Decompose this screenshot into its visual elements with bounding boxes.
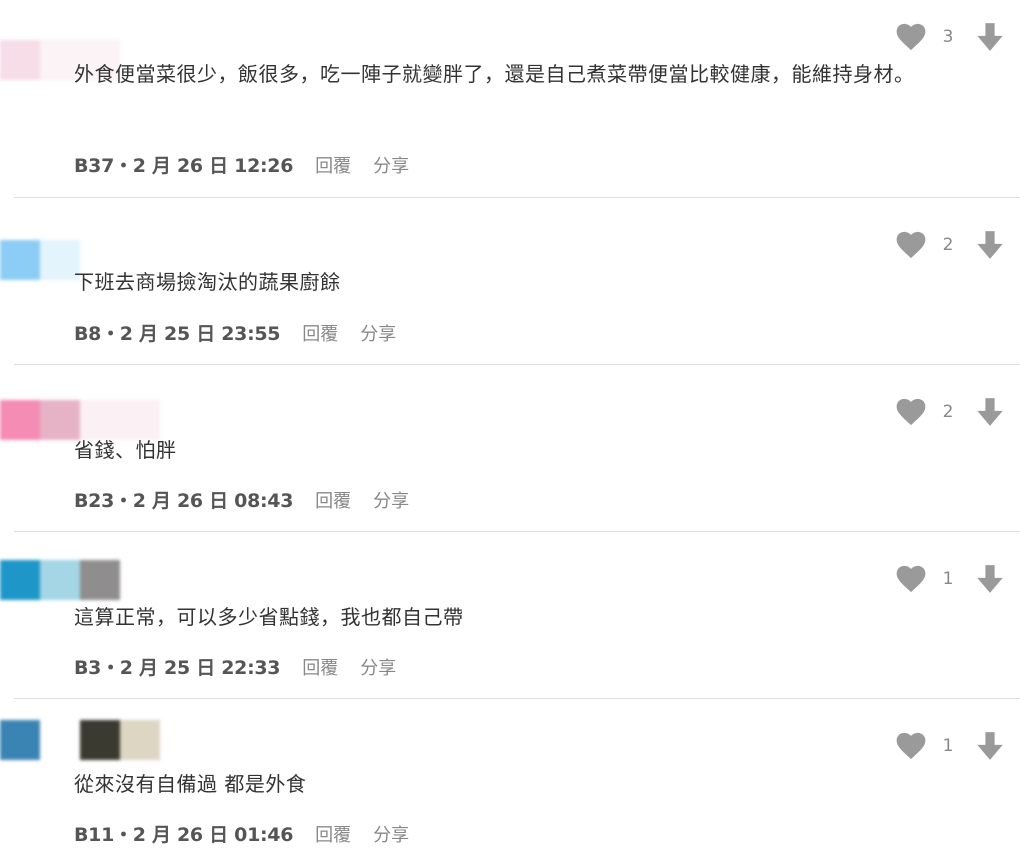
comment-text: 下班去商場撿淘汰的蔬果廚餘 [74, 270, 341, 294]
avatar-color-block [0, 240, 40, 280]
like-count: 2 [942, 235, 954, 255]
avatar[interactable] [0, 720, 160, 760]
vote-controls: 2 [896, 397, 1004, 427]
divider [14, 197, 1020, 198]
avatar[interactable] [0, 240, 80, 280]
avatar-color-block [0, 400, 40, 440]
reply-button[interactable]: 回覆 [315, 821, 351, 847]
heart-icon[interactable] [896, 398, 926, 426]
down-arrow-icon[interactable] [976, 22, 1004, 52]
like-count: 3 [942, 27, 954, 47]
heart-icon[interactable] [896, 231, 926, 259]
share-button[interactable]: 分享 [360, 320, 396, 346]
comment-meta: B11・2 月 26 日 01:46 回覆 分享 [74, 820, 409, 847]
share-button[interactable]: 分享 [373, 152, 409, 178]
vote-controls: 1 [896, 731, 1004, 761]
avatar-color-block [0, 40, 40, 80]
vote-controls: 3 [896, 22, 1004, 52]
comment-text: 省錢、怕胖 [74, 438, 177, 462]
like-count: 1 [942, 569, 954, 589]
heart-icon[interactable] [896, 565, 926, 593]
share-button[interactable]: 分享 [360, 654, 396, 680]
floor-time: B11・2 月 26 日 01:46 [74, 824, 294, 846]
heart-icon[interactable] [896, 23, 926, 51]
avatar-color-block [0, 720, 40, 760]
share-button[interactable]: 分享 [373, 821, 409, 847]
comment-meta: B23・2 月 26 日 08:43 回覆 分享 [74, 486, 409, 513]
heart-icon[interactable] [896, 732, 926, 760]
reply-button[interactable]: 回覆 [315, 152, 351, 178]
floor-time: B23・2 月 26 日 08:43 [74, 490, 294, 512]
divider [14, 698, 1020, 699]
comment-text: 外食便當菜很少，飯很多，吃一陣子就變胖了，還是自己煮菜帶便當比較健康，能維持身材… [74, 62, 915, 86]
avatar[interactable] [0, 560, 120, 600]
like-count: 1 [942, 736, 954, 756]
share-button[interactable]: 分享 [373, 487, 409, 513]
avatar-color-block [120, 720, 160, 760]
vote-controls: 1 [896, 564, 1004, 594]
floor-time: B8・2 月 25 日 23:55 [74, 323, 281, 345]
like-count: 2 [942, 402, 954, 422]
down-arrow-icon[interactable] [976, 731, 1004, 761]
avatar-color-block [80, 720, 120, 760]
floor-time: B3・2 月 25 日 22:33 [74, 657, 281, 679]
comment-text: 從來沒有自備過 都是外食 [74, 772, 307, 796]
down-arrow-icon[interactable] [976, 230, 1004, 260]
down-arrow-icon[interactable] [976, 397, 1004, 427]
avatar-color-block [40, 720, 80, 760]
comment-meta: B37・2 月 26 日 12:26 回覆 分享 [74, 151, 409, 178]
avatar-color-block [40, 560, 80, 600]
comment-text: 這算正常，可以多少省點錢，我也都自己帶 [74, 605, 464, 629]
divider [14, 531, 1020, 532]
floor-time: B37・2 月 26 日 12:26 [74, 155, 294, 177]
divider [14, 364, 1020, 365]
reply-button[interactable]: 回覆 [302, 654, 338, 680]
vote-controls: 2 [896, 230, 1004, 260]
comment-meta: B3・2 月 25 日 22:33 回覆 分享 [74, 653, 396, 680]
reply-button[interactable]: 回覆 [302, 320, 338, 346]
down-arrow-icon[interactable] [976, 564, 1004, 594]
avatar-color-block [80, 560, 120, 600]
avatar-color-block [0, 560, 40, 600]
reply-button[interactable]: 回覆 [315, 487, 351, 513]
comment-meta: B8・2 月 25 日 23:55 回覆 分享 [74, 319, 396, 346]
